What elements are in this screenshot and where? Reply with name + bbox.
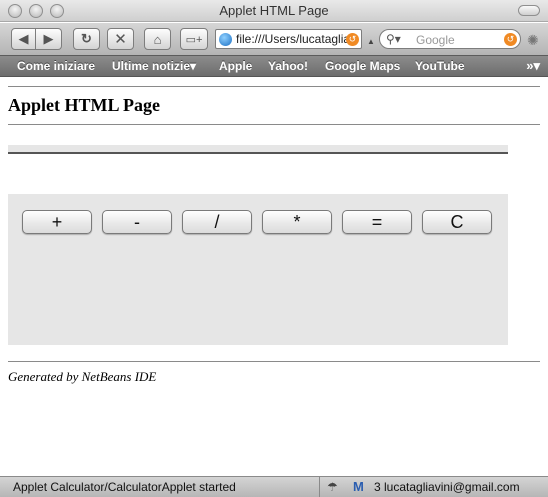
heading-divider: [8, 124, 540, 125]
address-bar[interactable]: file:///Users/lucataglia ↺: [215, 29, 362, 49]
stop-icon: ✕: [114, 31, 127, 48]
title-bar: Applet HTML Page: [0, 0, 548, 22]
address-dropdown-icon[interactable]: ▲: [367, 37, 375, 46]
clear-button[interactable]: C: [422, 210, 492, 234]
page-content: Applet HTML Page + - / * = C Generated b…: [0, 78, 548, 476]
umbrella-icon[interactable]: ☂: [327, 480, 338, 494]
forward-button[interactable]: ▶: [36, 28, 62, 50]
empty-applet-strip: [8, 145, 508, 154]
plus-button[interactable]: +: [22, 210, 92, 234]
calculator-applet: + - / * = C: [8, 194, 508, 345]
bookmark-apple[interactable]: Apple: [219, 59, 252, 73]
back-button[interactable]: ◀: [11, 28, 36, 50]
home-icon: ⌂: [153, 31, 162, 47]
reload-icon: ↻: [81, 31, 92, 46]
back-arrow-icon: ◀: [18, 31, 29, 46]
minus-button[interactable]: -: [102, 210, 172, 234]
bookmark-yahoo[interactable]: Yahoo!: [268, 59, 308, 73]
toolbar-toggle-button[interactable]: [518, 5, 540, 16]
add-bookmark-icon: ▭+: [185, 33, 203, 46]
forward-arrow-icon: ▶: [43, 31, 54, 46]
footer-divider: [8, 361, 540, 362]
status-divider: [319, 477, 320, 497]
generated-by-note: Generated by NetBeans IDE: [8, 369, 157, 384]
reload-button[interactable]: ↻: [73, 28, 100, 50]
home-button[interactable]: ⌂: [144, 28, 171, 50]
search-field[interactable]: ⚲▾ Google ↺: [379, 29, 521, 49]
bookmark-come-iniziare[interactable]: Come iniziare: [17, 59, 95, 73]
search-icon[interactable]: ⚲▾: [386, 32, 401, 46]
search-snapback-icon[interactable]: ↺: [504, 33, 517, 46]
gmail-notifier[interactable]: 3 lucatagliavini@gmail.com: [374, 480, 520, 494]
equals-button[interactable]: =: [342, 210, 412, 234]
address-url: file:///Users/lucataglia: [236, 32, 351, 46]
status-bar: Applet Calculator/CalculatorApplet start…: [0, 476, 548, 497]
globe-icon: [219, 33, 232, 46]
bookmark-youtube[interactable]: YouTube: [415, 59, 465, 73]
more-bookmarks-icon[interactable]: »▾: [526, 58, 540, 74]
add-bookmark-button[interactable]: ▭+: [180, 28, 208, 50]
status-message: Applet Calculator/CalculatorApplet start…: [13, 480, 236, 494]
bookmark-google-maps[interactable]: Google Maps: [325, 59, 400, 73]
snapback-icon[interactable]: ↺: [346, 33, 359, 46]
divide-button[interactable]: /: [182, 210, 252, 234]
page-title: Applet HTML Page: [8, 95, 160, 115]
bookmark-ultime-notizie[interactable]: Ultime notizie▾: [112, 59, 196, 73]
gmail-icon[interactable]: M: [353, 479, 364, 494]
top-divider: [8, 86, 540, 87]
browser-toolbar: ◀ ▶ ↻ ✕ ⌂ ▭+ file:///Users/lucataglia ↺ …: [0, 23, 548, 55]
multiply-button[interactable]: *: [262, 210, 332, 234]
window-title: Applet HTML Page: [219, 3, 329, 18]
loading-spinner-icon: ✺: [527, 32, 539, 48]
stop-button[interactable]: ✕: [107, 28, 134, 50]
bookmarks-bar: Come iniziare Ultime notizie▾ Apple Yaho…: [0, 55, 548, 77]
search-placeholder: Google: [416, 33, 455, 47]
